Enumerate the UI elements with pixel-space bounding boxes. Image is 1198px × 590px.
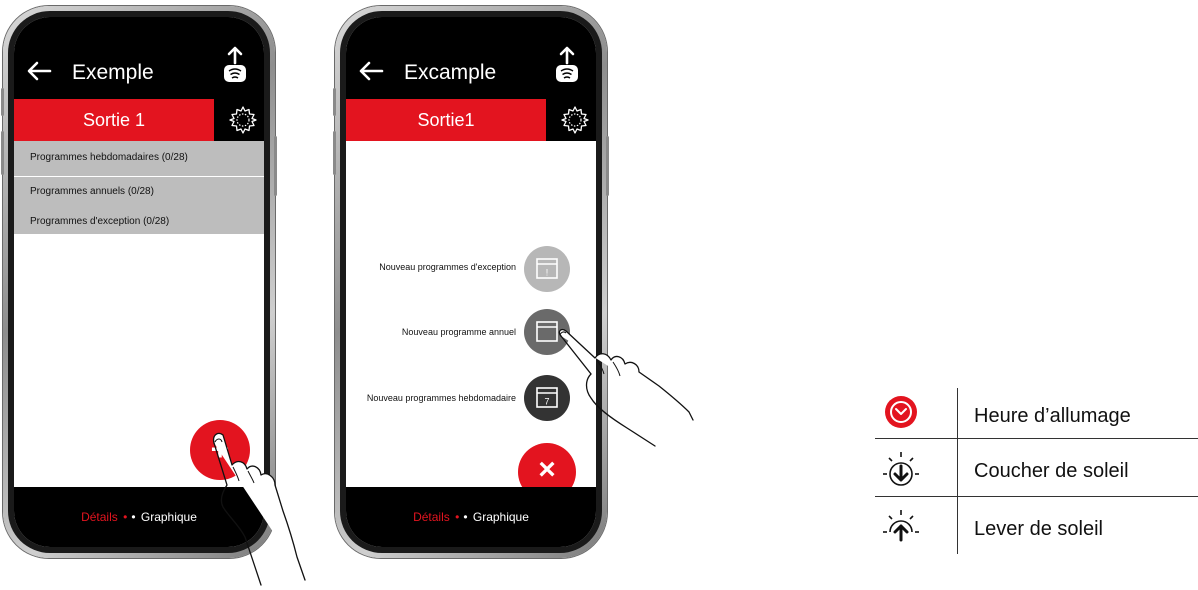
phone-side-button — [1, 131, 4, 175]
divider — [14, 176, 264, 177]
phone-side-button — [333, 131, 336, 175]
output-tab[interactable]: Sortie1 — [346, 99, 546, 141]
legend-divider — [957, 388, 958, 554]
page-title: Excample — [404, 61, 497, 84]
tab-separator: • — [131, 510, 136, 524]
tab-details[interactable]: Détails — [413, 510, 450, 524]
pointing-hand-illustration — [558, 328, 694, 447]
legend-label-sunrise: Lever de soleil — [974, 518, 1103, 540]
calendar-glyph: 7 — [544, 397, 549, 407]
app-header: Excample — [346, 17, 596, 99]
legend-divider — [875, 438, 1198, 439]
list-item-weekly[interactable]: Programmes hebdomadaires (0/28) — [30, 152, 188, 163]
legend-label-clock: Heure d’allumage — [974, 405, 1131, 427]
back-arrow-icon[interactable] — [358, 61, 384, 81]
clock-icon — [885, 396, 917, 428]
output-label: Sortie1 — [417, 110, 475, 130]
calendar-glyph: ! — [546, 268, 549, 278]
gear-icon — [229, 106, 257, 134]
settings-button[interactable] — [546, 99, 596, 141]
sunrise-icon — [883, 510, 919, 542]
screen-2: Excample Sortie1 Nouveau programmes d'ex… — [346, 17, 596, 547]
sunset-icon — [883, 452, 919, 486]
list-item-annual[interactable]: Programmes annuels (0/28) — [30, 186, 154, 197]
phone-side-button — [333, 88, 336, 116]
menu-label-weekly: Nouveau programmes hebdomadaire — [366, 393, 516, 403]
legend-divider — [875, 496, 1198, 497]
upload-icon[interactable] — [222, 46, 248, 84]
settings-button[interactable] — [214, 99, 264, 141]
tab-separator: • — [123, 510, 128, 524]
menu-label-exception: Nouveau programmes d'exception — [379, 262, 516, 272]
new-exception-program-button[interactable]: ! — [524, 246, 570, 292]
output-tab[interactable]: Sortie 1 — [14, 99, 214, 141]
tab-separator: • — [455, 510, 460, 524]
list-item-exception[interactable]: Programmes d'exception (0/28) — [30, 216, 169, 227]
back-arrow-icon[interactable] — [26, 61, 52, 81]
tab-graphique[interactable]: Graphique — [473, 510, 529, 524]
calendar-exception-icon: ! — [536, 258, 558, 279]
phone-side-button — [1, 88, 4, 116]
tab-separator: • — [463, 510, 468, 524]
phone-frame-2: Excample Sortie1 Nouveau programmes d'ex… — [333, 6, 609, 558]
legend-label-sunset: Coucher de soleil — [974, 460, 1129, 482]
output-label: Sortie 1 — [82, 110, 146, 130]
app-header: Exemple — [14, 17, 264, 99]
legend: Heure d’allumage Coucher de soleil Lever… — [875, 386, 1198, 556]
gear-icon — [561, 106, 589, 134]
page-title: Exemple — [72, 61, 154, 84]
pointing-hand-illustration — [212, 432, 306, 586]
tab-details[interactable]: Détails — [81, 510, 118, 524]
tab-graphique[interactable]: Graphique — [141, 510, 197, 524]
phone-side-button — [606, 136, 609, 196]
upload-icon[interactable] — [554, 46, 580, 84]
phone-side-button — [274, 136, 277, 196]
program-list: Programmes hebdomadaires (0/28) Programm… — [14, 141, 264, 234]
bottom-bar: Détails • • Graphique — [346, 487, 596, 547]
close-icon: × — [538, 453, 556, 486]
menu-label-annual: Nouveau programme annuel — [401, 327, 516, 337]
